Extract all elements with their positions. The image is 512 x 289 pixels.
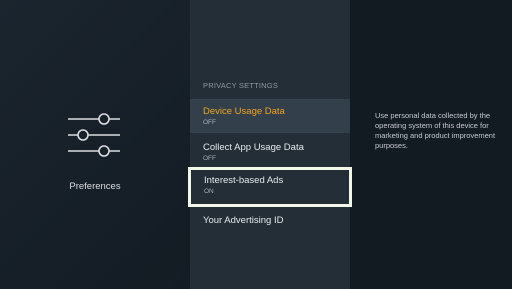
menu-item-status: OFF	[203, 119, 216, 126]
menu-item-collect-app-usage-data[interactable]: Collect App Usage Data OFF	[190, 135, 350, 169]
menu-item-status: ON	[204, 188, 214, 195]
menu-item-device-usage-data[interactable]: Device Usage Data OFF	[190, 99, 350, 133]
section-header: PRIVACY SETTINGS	[203, 81, 279, 90]
menu-item-advertising-id[interactable]: Your Advertising ID	[190, 208, 350, 242]
item-description: Use personal data collected by the opera…	[375, 111, 496, 150]
sliders-icon	[68, 113, 120, 157]
menu-item-title: Your Advertising ID	[203, 215, 284, 226]
left-panel: Preferences	[0, 0, 190, 289]
menu-item-title: Interest-based Ads	[204, 175, 284, 186]
menu-item-interest-based-ads[interactable]: Interest-based Ads ON	[188, 167, 352, 207]
category-label: Preferences	[69, 181, 121, 192]
menu-item-title: Collect App Usage Data	[203, 142, 304, 153]
menu-item-status: OFF	[203, 155, 216, 162]
menu-item-title: Device Usage Data	[203, 106, 285, 117]
